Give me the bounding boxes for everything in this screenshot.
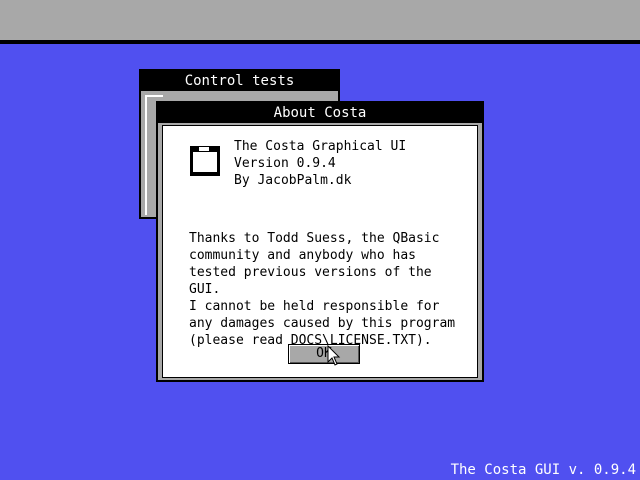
floppy-disk-label	[193, 152, 217, 172]
app-info: The Costa Graphical UI Version 0.9.4 By …	[234, 139, 407, 188]
about-dialog-title[interactable]: About Costa	[158, 103, 482, 123]
version-status: The Costa GUI v. 0.9.4	[450, 462, 636, 478]
about-dialog: About Costa The Costa Graphical UI Versi…	[156, 101, 484, 382]
control-tests-title[interactable]: Control tests	[141, 71, 338, 91]
floppy-disk-icon	[190, 146, 220, 176]
top-menu-bar	[0, 0, 640, 44]
about-message: Thanks to Todd Suess, the QBasic communi…	[189, 231, 456, 348]
floppy-disk-shutter	[199, 147, 209, 151]
ok-button[interactable]: OK	[288, 344, 360, 364]
mouse-pointer-icon	[327, 345, 341, 366]
about-dialog-panel: The Costa Graphical UI Version 0.9.4 By …	[162, 125, 478, 378]
